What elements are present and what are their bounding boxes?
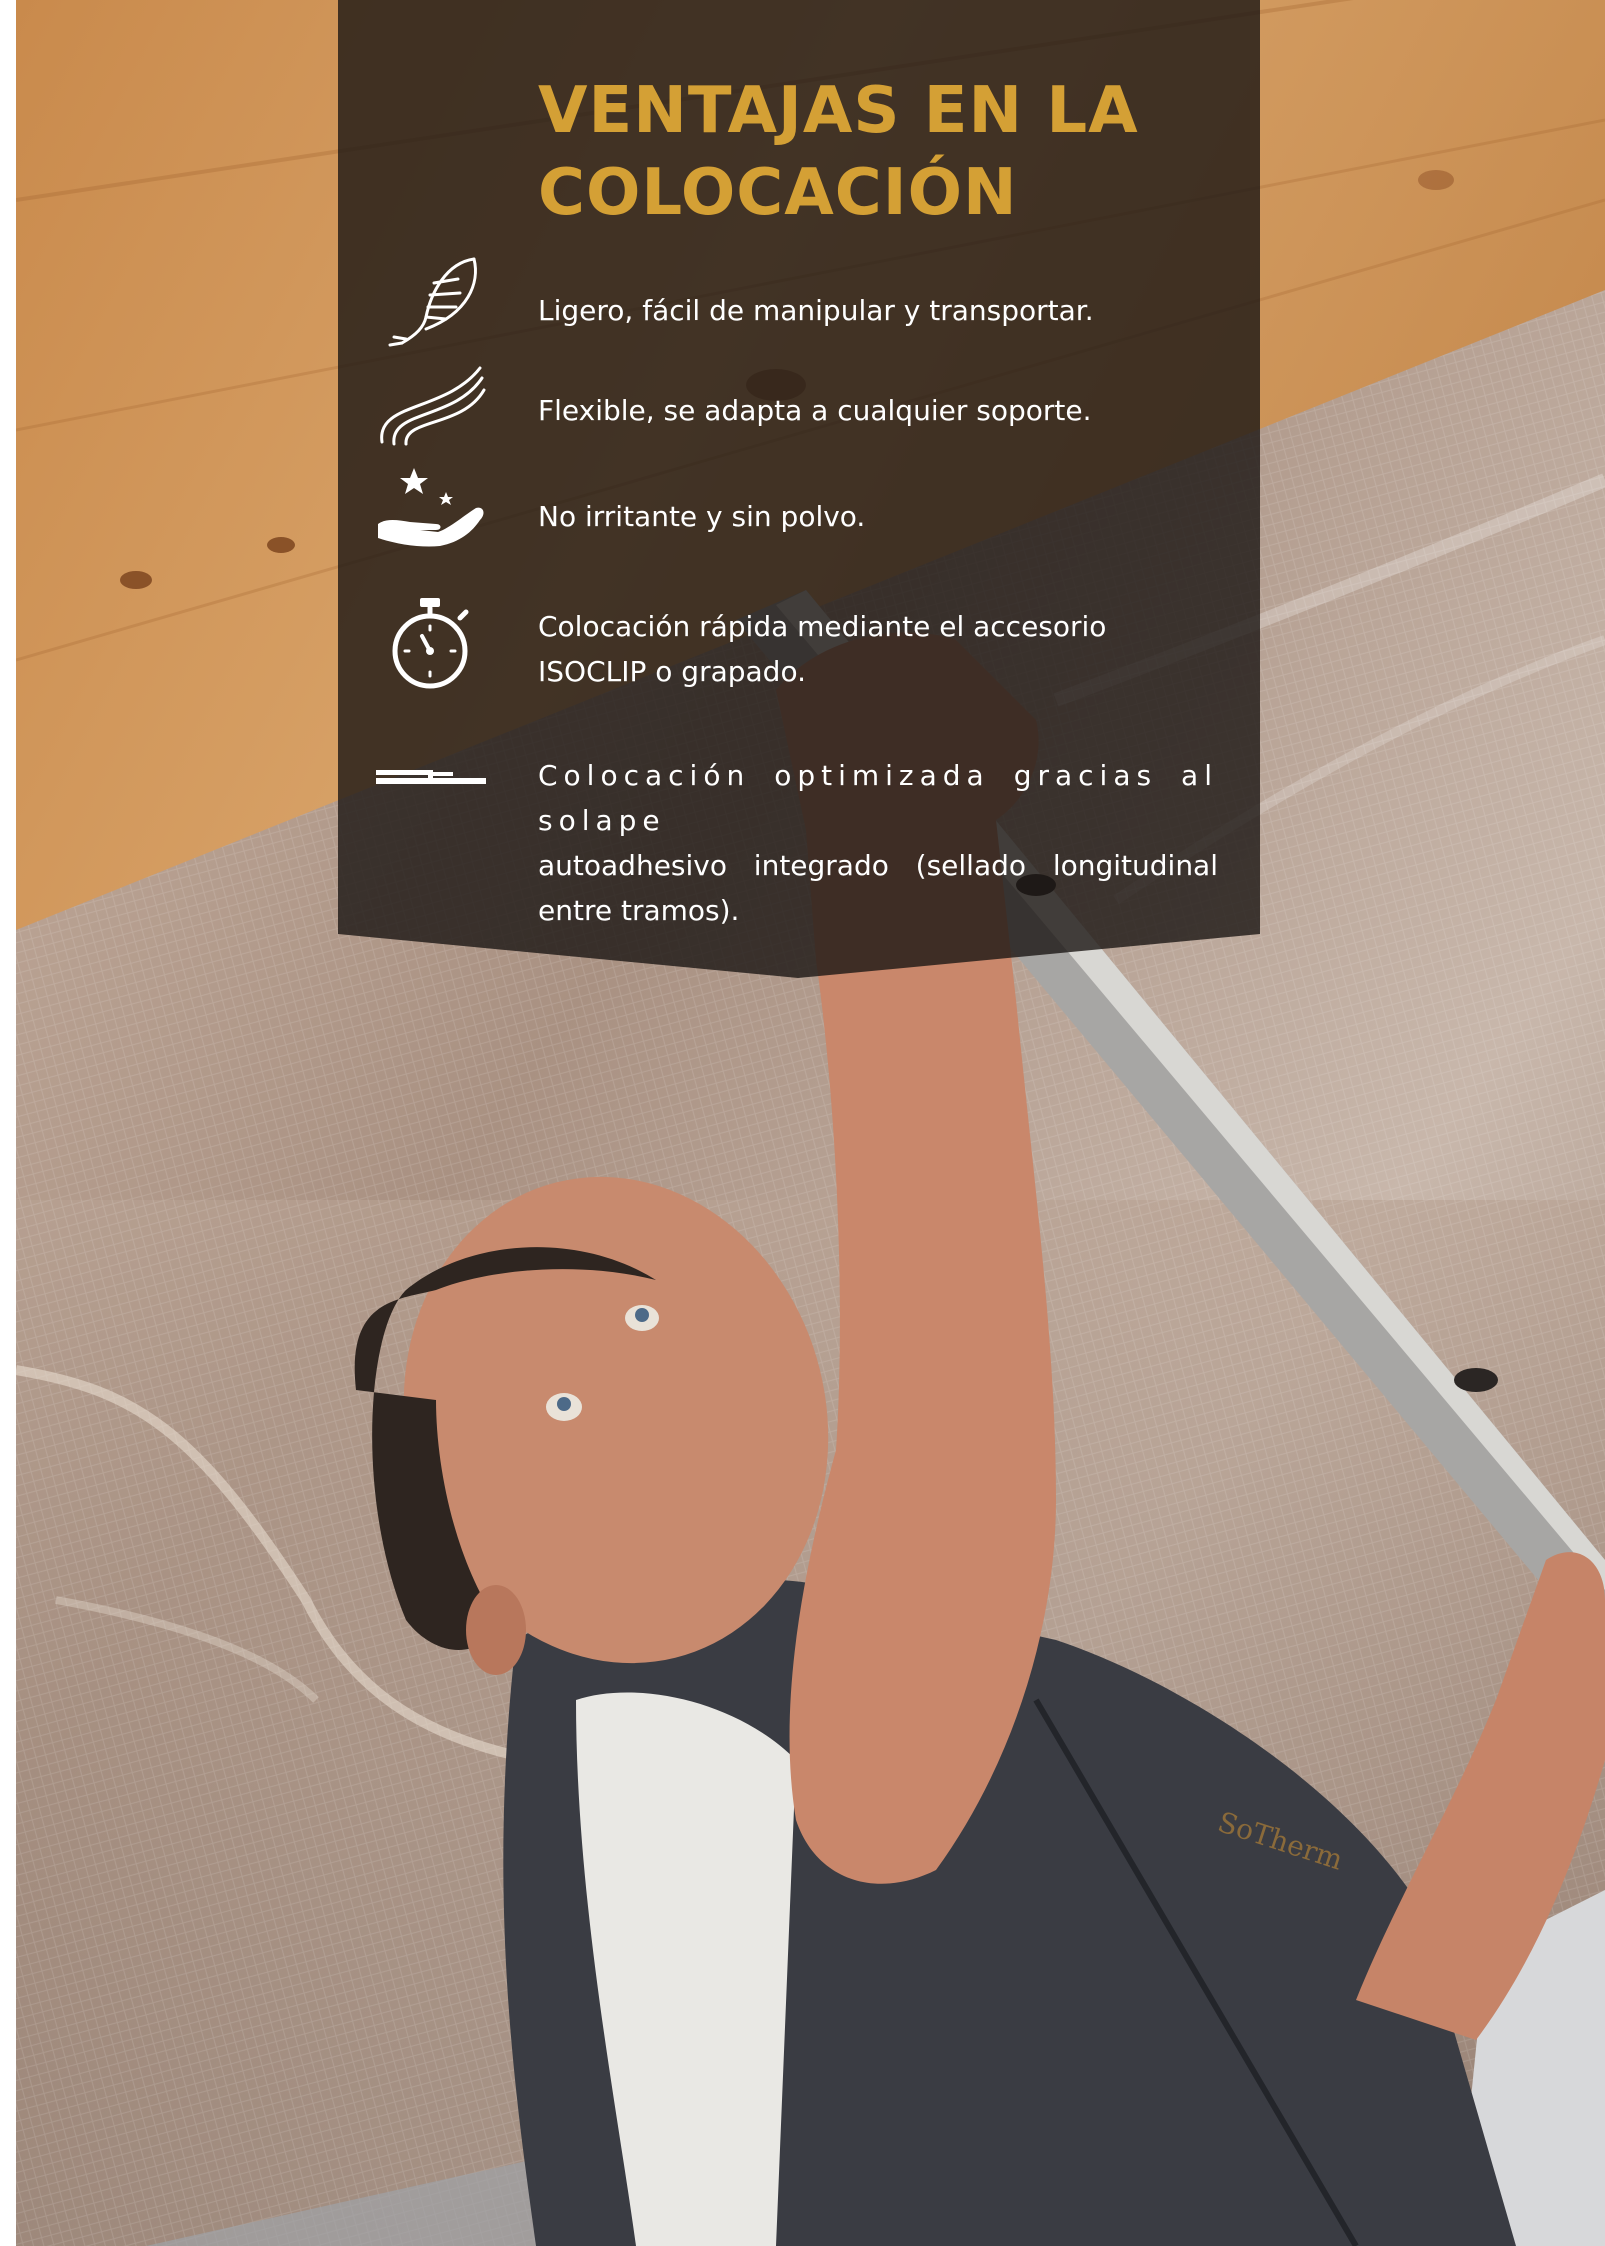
- waves-icon: [380, 366, 486, 446]
- page-title: VENTAJAS EN LA COLOCACIÓN: [538, 74, 1139, 230]
- feather-icon: [388, 257, 477, 347]
- feature-text: Flexible, se adapta a cualquier soporte.: [538, 394, 1092, 427]
- feature-text: Ligero, fácil de manipular y transportar…: [538, 294, 1094, 327]
- feature-text-line1: Colocación optimizada gracias al solape: [538, 759, 1218, 837]
- feature-text: Colocación optimizada gracias al solape a…: [538, 753, 1218, 933]
- feature-text-rest: autoadhesivo integrado (sellado longitud…: [538, 849, 1218, 927]
- page-margin: [0, 0, 16, 2246]
- advantages-panel: VENTAJAS EN LA COLOCACIÓN Ligero, fácil …: [338, 0, 1260, 978]
- hand-stars-icon: [378, 468, 484, 547]
- overlap-icon: [376, 770, 486, 784]
- stopwatch-icon: [392, 598, 469, 689]
- feature-text: Colocación rápida mediante el accesorio …: [538, 610, 1107, 688]
- feature-text: No irritante y sin polvo.: [538, 500, 866, 533]
